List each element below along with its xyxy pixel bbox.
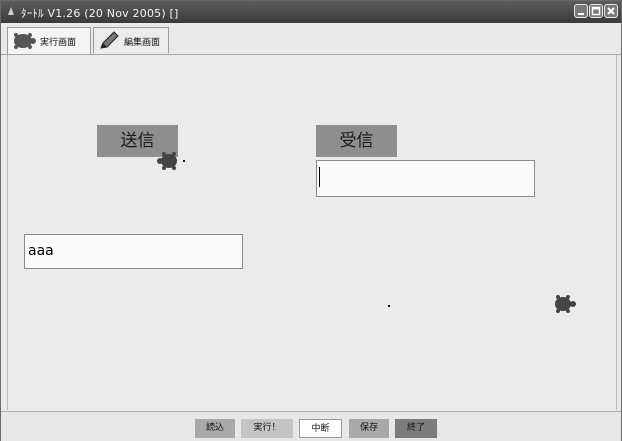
turtle-dot [388,305,390,307]
text-input-value: aaa [28,243,54,259]
receive-field[interactable] [316,160,535,197]
tab-strip: 実行画面 編集画面 [1,23,621,55]
text-caret [319,167,320,187]
tab-run-screen[interactable]: 実行画面 [7,27,91,54]
title-bar[interactable]: ﾀｰﾄﾙ V1.26 (20 Nov 2005) [] [1,1,621,23]
run-canvas: 送信 受信 aaa [7,55,617,410]
minimize-icon [578,13,584,15]
close-button[interactable] [604,4,618,18]
window-title: ﾀｰﾄﾙ V1.26 (20 Nov 2005) [] [21,7,179,20]
tab-edit-screen[interactable]: 編集画面 [93,27,169,53]
exit-button[interactable]: 終了 [395,419,437,438]
maximize-icon [591,6,601,16]
maximize-button[interactable] [589,4,603,18]
text-input-field[interactable]: aaa [24,234,243,269]
button-bar: 読込 実行！ 中断 保存 終了 [1,411,621,441]
turtle-icon [157,152,185,170]
turtle-icon [14,33,36,49]
close-icon [607,7,615,15]
run-button[interactable]: 実行！ [241,419,293,438]
load-button[interactable]: 読込 [195,419,235,438]
tab-edit-label: 編集画面 [124,38,161,48]
app-window: ﾀｰﾄﾙ V1.26 (20 Nov 2005) [] 実行画面 編集画面 送信… [0,0,622,441]
stop-button[interactable]: 中断 [299,419,342,438]
pencil-icon [100,31,119,49]
tab-run-label: 実行画面 [40,38,77,48]
save-button[interactable]: 保存 [349,419,389,438]
minimize-button[interactable] [574,4,588,18]
receive-button[interactable]: 受信 [316,125,397,157]
app-icon [8,7,14,15]
turtle-icon [555,295,576,313]
